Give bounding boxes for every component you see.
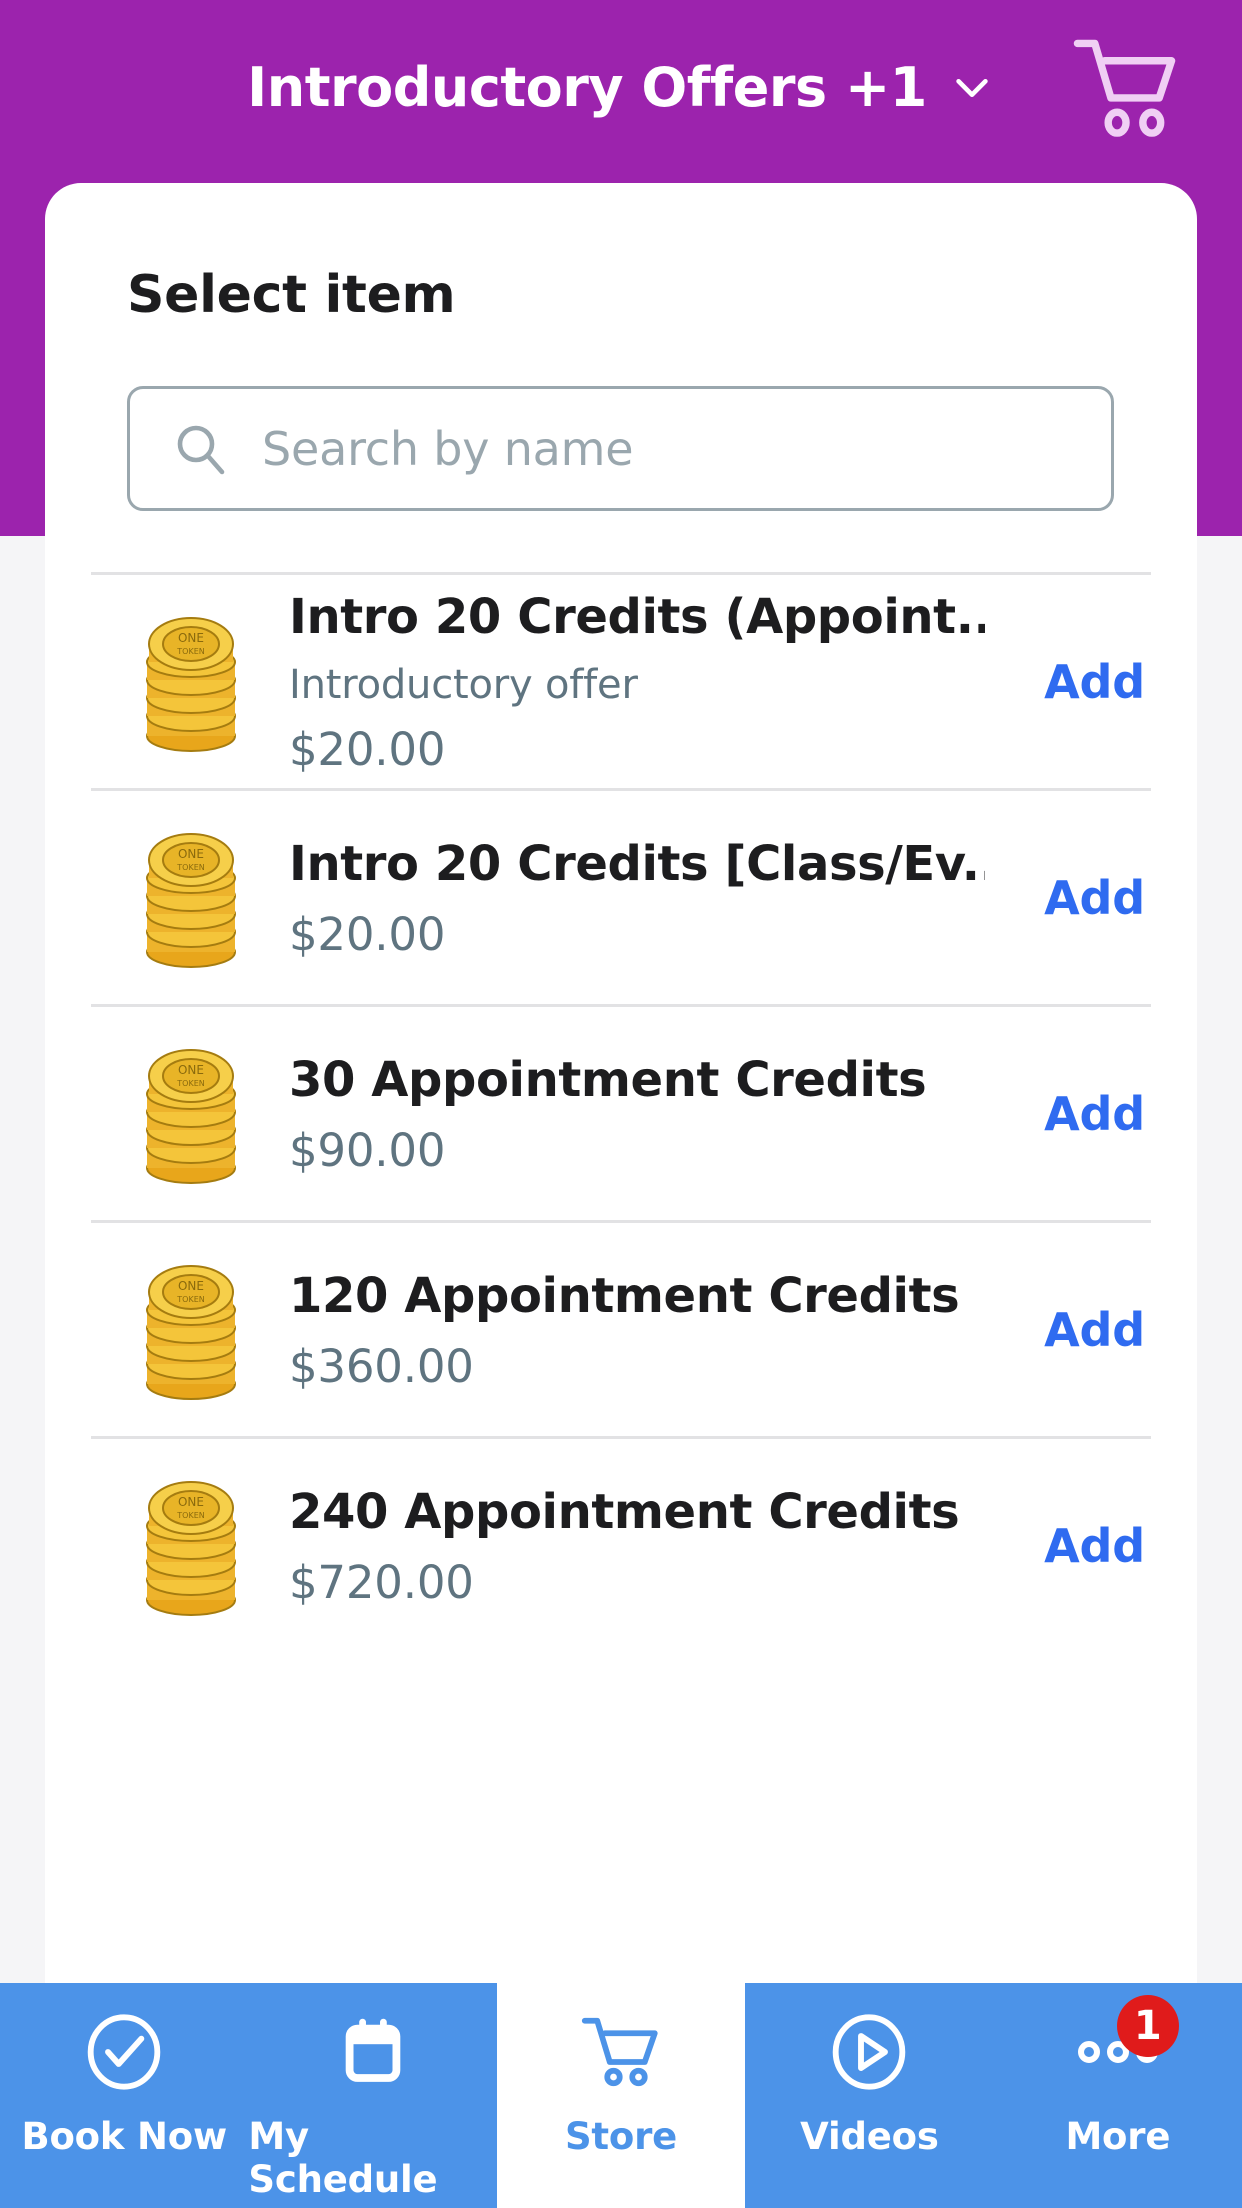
card-title: Select item <box>127 265 456 325</box>
tab-label: More <box>1065 2115 1171 2158</box>
tab-label: Book Now <box>21 2115 227 2158</box>
item-title: 120 Appointment Credits <box>289 1267 960 1324</box>
svg-text:TOKEN: TOKEN <box>176 863 204 872</box>
check-circle-icon <box>83 2011 165 2093</box>
item-details: 240 Appointment Credits $720.00 <box>289 1482 999 1610</box>
play-circle-icon <box>828 2011 910 2093</box>
add-button[interactable]: Add <box>1044 655 1145 709</box>
item-action: Add <box>999 1087 1149 1141</box>
list-item[interactable]: ONE TOKEN 240 Appointment Credits $720.0… <box>91 1439 1151 1652</box>
header-title-dropdown[interactable]: Introductory Offers +1 <box>247 56 995 119</box>
item-action: Add <box>999 871 1149 925</box>
svg-text:TOKEN: TOKEN <box>176 1511 204 1520</box>
item-title: Intro 20 Credits (Appoint... <box>289 588 985 645</box>
item-details: Intro 20 Credits [Class/Ev... $20.00 <box>289 834 999 962</box>
item-details: 120 Appointment Credits $360.00 <box>289 1266 999 1394</box>
list-item[interactable]: ONE TOKEN 30 Appointment Credits $90.00 … <box>91 1007 1151 1220</box>
coin-stack-icon: ONE TOKEN <box>146 1264 236 1400</box>
tab-label: Store <box>564 2115 678 2158</box>
ellipsis-icon: 1 <box>1077 1995 1179 2093</box>
item-title: Intro 20 Credits [Class/Ev... <box>289 835 985 892</box>
svg-text:TOKEN: TOKEN <box>176 1295 204 1304</box>
search-placeholder: Search by name <box>262 421 634 476</box>
item-subtitle: Introductory offer <box>289 661 638 708</box>
item-details: 30 Appointment Credits $90.00 <box>289 1050 999 1178</box>
list-item[interactable]: ONE TOKEN Intro 20 Credits (Appoint... I… <box>91 575 1151 788</box>
tab-book-now[interactable]: Book Now <box>0 1983 249 2208</box>
calendar-icon <box>332 2011 414 2093</box>
item-thumbnail: ONE TOKEN <box>93 1044 289 1184</box>
item-price: $360.00 <box>289 1339 474 1393</box>
item-action: Add <box>999 1519 1149 1573</box>
tab-my-schedule[interactable]: My Schedule <box>248 1983 497 2208</box>
coin-stack-icon: ONE TOKEN <box>146 1480 236 1616</box>
select-item-card: Select item Search by name ONE TOKEN Int… <box>45 183 1197 1983</box>
page-title: Introductory Offers +1 <box>247 56 927 119</box>
search-input[interactable]: Search by name <box>127 386 1114 511</box>
item-title: 240 Appointment Credits <box>289 1483 960 1540</box>
item-price: $20.00 <box>289 907 446 961</box>
tab-label: Videos <box>800 2115 939 2158</box>
coin-stack-icon: ONE TOKEN <box>146 832 236 968</box>
item-list: ONE TOKEN Intro 20 Credits (Appoint... I… <box>91 572 1151 1652</box>
add-button[interactable]: Add <box>1044 1087 1145 1141</box>
item-action: Add <box>999 1303 1149 1357</box>
search-icon <box>177 425 225 474</box>
item-details: Intro 20 Credits (Appoint... Introductor… <box>289 587 999 777</box>
item-thumbnail: ONE TOKEN <box>93 612 289 752</box>
add-button[interactable]: Add <box>1044 1303 1145 1357</box>
coin-stack-icon: ONE TOKEN <box>146 616 236 752</box>
item-action: Add <box>999 655 1149 709</box>
svg-text:ONE: ONE <box>178 1063 204 1077</box>
header-bar: Introductory Offers +1 <box>0 0 1242 175</box>
notification-badge: 1 <box>1116 1995 1179 2057</box>
add-button[interactable]: Add <box>1044 1519 1145 1573</box>
svg-text:ONE: ONE <box>178 1279 204 1293</box>
chevron-down-icon[interactable] <box>949 65 995 111</box>
item-price: $720.00 <box>289 1555 474 1609</box>
item-price: $90.00 <box>289 1123 446 1177</box>
shopping-cart-icon[interactable] <box>1072 36 1182 140</box>
svg-text:TOKEN: TOKEN <box>176 1079 204 1088</box>
item-title: 30 Appointment Credits <box>289 1051 927 1108</box>
tab-videos[interactable]: Videos <box>745 1983 994 2208</box>
list-item[interactable]: ONE TOKEN Intro 20 Credits [Class/Ev... … <box>91 791 1151 1004</box>
bottom-tab-bar: Book Now My Schedule Store Videos 1 More <box>0 1983 1242 2208</box>
svg-text:TOKEN: TOKEN <box>176 647 204 656</box>
shopping-cart-icon <box>580 2011 662 2093</box>
tab-more[interactable]: 1 More <box>993 1983 1242 2208</box>
tab-store[interactable]: Store <box>496 1983 746 2208</box>
add-button[interactable]: Add <box>1044 871 1145 925</box>
item-thumbnail: ONE TOKEN <box>93 1260 289 1400</box>
coin-stack-icon: ONE TOKEN <box>146 1048 236 1184</box>
list-item[interactable]: ONE TOKEN 120 Appointment Credits $360.0… <box>91 1223 1151 1436</box>
svg-text:ONE: ONE <box>178 631 204 645</box>
item-thumbnail: ONE TOKEN <box>93 1476 289 1616</box>
tab-label: My Schedule <box>248 2115 438 2201</box>
svg-text:ONE: ONE <box>178 1495 204 1509</box>
item-price: $20.00 <box>289 722 446 776</box>
svg-text:ONE: ONE <box>178 847 204 861</box>
item-thumbnail: ONE TOKEN <box>93 828 289 968</box>
